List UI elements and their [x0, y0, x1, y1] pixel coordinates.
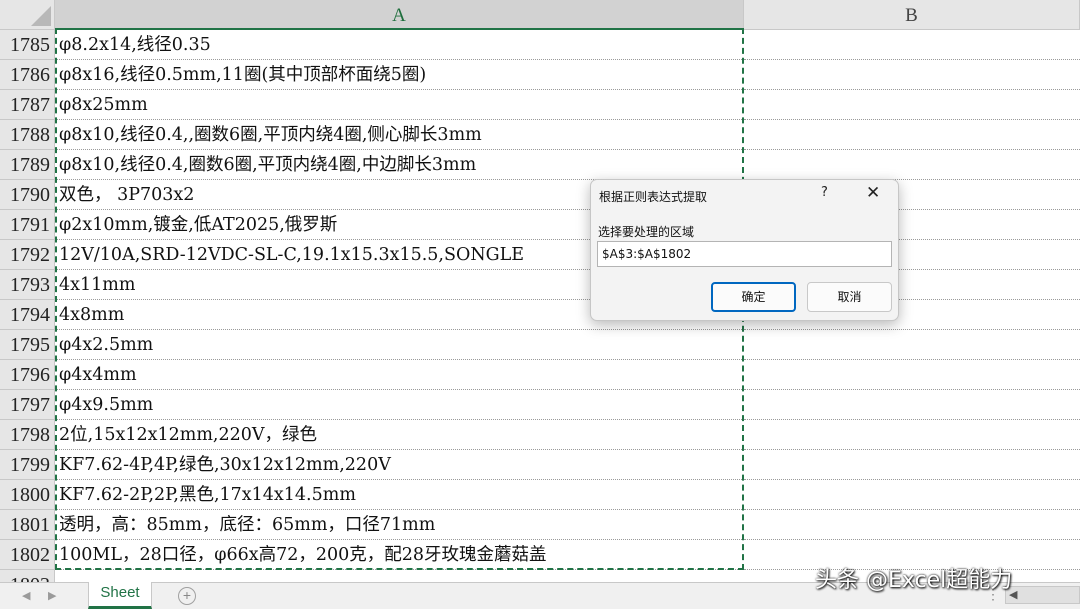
row-header[interactable]: 1787 — [0, 90, 55, 120]
cancel-button[interactable]: 取消 — [807, 282, 892, 312]
close-icon[interactable]: ✕ — [866, 183, 880, 203]
row-header[interactable]: 1794 — [0, 300, 55, 330]
cell-b[interactable] — [744, 390, 1080, 420]
next-sheet-arrow-icon[interactable]: ▶ — [48, 589, 56, 602]
cell-a[interactable]: φ8.2x14,线径0.35 — [55, 30, 744, 60]
row-header[interactable]: 1791 — [0, 210, 55, 240]
cell-a[interactable]: φ8x10,线径0.4,,圈数6圈,平顶内绕4圈,侧心脚长3mm — [55, 120, 744, 150]
cell-b[interactable] — [744, 90, 1080, 120]
row-header[interactable]: 1793 — [0, 270, 55, 300]
prev-sheet-arrow-icon[interactable]: ◀ — [22, 589, 30, 602]
row-header[interactable]: 1802 — [0, 540, 55, 570]
row-header[interactable]: 1786 — [0, 60, 55, 90]
cell-a[interactable]: φ4x9.5mm — [55, 390, 744, 420]
add-sheet-icon[interactable]: + — [178, 587, 196, 605]
cell-b[interactable] — [744, 450, 1080, 480]
range-input[interactable] — [597, 241, 892, 267]
sheet-tab[interactable]: Sheet — [88, 582, 152, 609]
row-header[interactable]: 1788 — [0, 120, 55, 150]
cell-a[interactable]: φ4x4mm — [55, 360, 744, 390]
row-header[interactable]: 1800 — [0, 480, 55, 510]
cell-b[interactable] — [744, 150, 1080, 180]
row-header[interactable]: 1792 — [0, 240, 55, 270]
row-header[interactable]: 1797 — [0, 390, 55, 420]
row-header-partial[interactable]: 1803 — [0, 570, 55, 582]
cell-a[interactable]: 2位,15x12x12mm,220V，绿色 — [55, 420, 744, 450]
column-header-b[interactable]: B — [744, 0, 1080, 30]
column-header-a[interactable]: A — [55, 0, 744, 30]
dialog-title: 根据正则表达式提取 — [599, 190, 708, 204]
row-header[interactable]: 1799 — [0, 450, 55, 480]
watermark: 头条 @Excel超能力 — [815, 568, 1013, 593]
help-icon[interactable]: ? — [821, 185, 828, 200]
cell-b[interactable] — [744, 120, 1080, 150]
cell-a[interactable]: 透明，高：85mm，底径：65mm，口径71mm — [55, 510, 744, 540]
row-header[interactable]: 1798 — [0, 420, 55, 450]
cell-b[interactable] — [744, 480, 1080, 510]
ok-button[interactable]: 确定 — [711, 282, 796, 312]
cell-a[interactable]: φ8x16,线径0.5mm,11圈(其中顶部杯面绕5圈) — [55, 60, 744, 90]
cell-b[interactable] — [744, 60, 1080, 90]
regex-extract-dialog: 根据正则表达式提取 ? ✕ 选择要处理的区域 确定 取消 — [590, 179, 899, 321]
cell-b[interactable] — [744, 420, 1080, 450]
select-all-triangle-icon — [31, 6, 51, 26]
cell-a[interactable]: φ4x2.5mm — [55, 330, 744, 360]
row-header[interactable]: 1801 — [0, 510, 55, 540]
cell-a[interactable]: KF7.62-4P,4P,绿色,30x12x12mm,220V — [55, 450, 744, 480]
spreadsheet-grid: A B 1785 φ8.2x14,线径0.35 1786 φ8x16,线径0.5mm,… — [0, 0, 1080, 609]
row-header[interactable]: 1785 — [0, 30, 55, 60]
cell-a[interactable]: φ8x25mm — [55, 90, 744, 120]
cell-a[interactable]: KF7.62-2P,2P,黑色,17x14x14.5mm — [55, 480, 744, 510]
cell-a[interactable]: φ8x10,线径0.4,圈数6圈,平顶内绕4圈,中边脚长3mm — [55, 150, 744, 180]
row-header[interactable]: 1796 — [0, 360, 55, 390]
cell-b[interactable] — [744, 360, 1080, 390]
horizontal-scrollbar[interactable]: ◀ — [1005, 586, 1080, 604]
cell-b[interactable] — [744, 30, 1080, 60]
range-label: 选择要处理的区域 — [598, 225, 695, 239]
row-header[interactable]: 1795 — [0, 330, 55, 360]
select-all-corner[interactable] — [0, 0, 55, 30]
cell-b[interactable] — [744, 330, 1080, 360]
cell-a[interactable]: 100ML，28口径，φ66x高72，200克，配28牙玫瑰金蘑菇盖 — [55, 540, 744, 570]
row-header[interactable]: 1790 — [0, 180, 55, 210]
cell-b[interactable] — [744, 510, 1080, 540]
row-header[interactable]: 1789 — [0, 150, 55, 180]
